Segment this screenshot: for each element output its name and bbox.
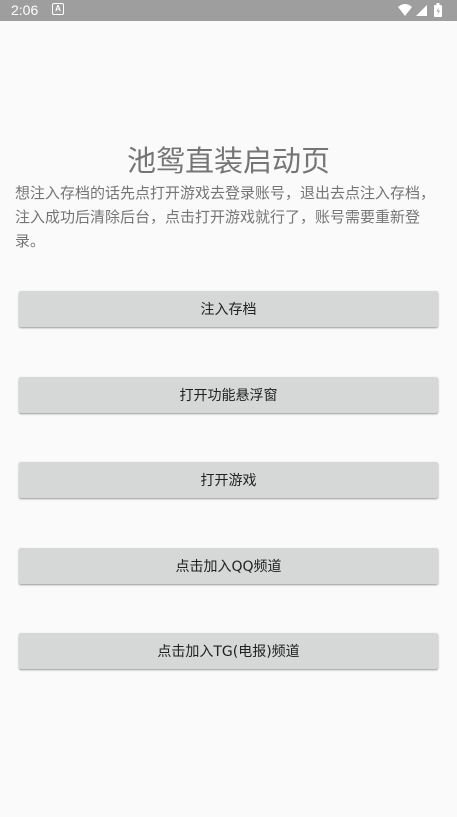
join-qq-channel-button[interactable]: 点击加入QQ频道 [19, 548, 438, 584]
status-time: 2:06 [11, 2, 39, 18]
wifi-icon [398, 4, 412, 16]
page-title: 池鸳直装启动页 [126, 144, 330, 178]
notification-a-icon: A [52, 3, 64, 15]
status-icons [397, 2, 447, 19]
join-tg-channel-button[interactable]: 点击加入TG(电报)频道 [19, 633, 438, 669]
open-floating-window-button[interactable]: 打开功能悬浮窗 [19, 377, 438, 413]
battery-icon [434, 3, 442, 17]
cellular-signal-icon [416, 5, 427, 16]
open-game-button[interactable]: 打开游戏 [19, 462, 438, 498]
inject-save-button[interactable]: 注入存档 [19, 291, 438, 327]
instructions-text: 想注入存档的话先点打开游戏去登录账号，退出去点注入存档，注入成功后清除后台，点击… [15, 184, 436, 250]
status-bar: 2:06 A [0, 0, 457, 21]
